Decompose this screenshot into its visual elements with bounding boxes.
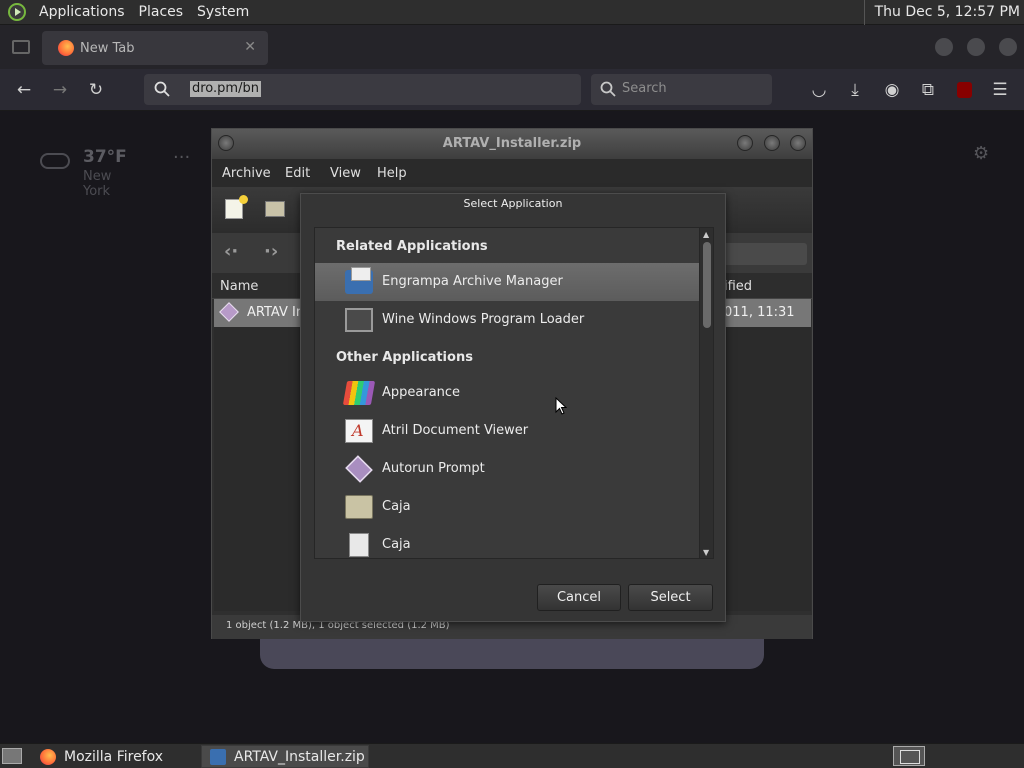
pocket-icon[interactable]: ◡ [808, 79, 830, 101]
task-label: Mozilla Firefox [64, 748, 164, 765]
item-label: Wine Windows Program Loader [382, 312, 585, 327]
window-title: ARTAV_Installer.zip [442, 136, 582, 151]
list-item-autorun[interactable]: Autorun Prompt [315, 450, 701, 488]
mate-logo-icon[interactable] [8, 3, 26, 21]
tab-new-tab[interactable]: New Tab ✕ [42, 31, 268, 65]
firefox-icon [40, 748, 56, 765]
cancel-button[interactable]: Cancel [537, 584, 621, 611]
browser-nav-bar: ← → ↻ dro.pm/bn Search ◡ ⤓ ◉ ⧉ ☰ [0, 69, 1024, 111]
back-icon[interactable]: ← [13, 79, 35, 101]
account-icon[interactable]: ◉ [881, 79, 903, 101]
scroll-down-icon[interactable]: ▼ [703, 548, 709, 557]
list-item-appearance[interactable]: Appearance [315, 374, 701, 412]
item-label: Appearance [382, 385, 461, 400]
menu-help[interactable]: Help [377, 166, 407, 181]
clock[interactable]: Thu Dec 5, 12:57 PM [863, 0, 1020, 25]
url-bar[interactable]: dro.pm/bn [144, 74, 581, 105]
workspace-switcher[interactable] [893, 746, 925, 766]
column-modified[interactable]: ified [724, 279, 752, 294]
menu-view[interactable]: View [330, 166, 361, 181]
cloud-icon [40, 153, 70, 169]
appearance-icon [342, 381, 376, 405]
task-archive-manager[interactable]: ARTAV_Installer.zip [201, 745, 369, 768]
autorun-icon [345, 455, 373, 483]
atril-icon [345, 419, 373, 443]
open-archive-icon[interactable] [265, 201, 285, 217]
show-desktop-icon[interactable] [2, 748, 22, 764]
weather-city: New York [83, 169, 112, 199]
search-bar[interactable]: Search [591, 74, 772, 105]
close-button[interactable] [790, 135, 806, 151]
item-label: Caja [382, 537, 411, 552]
minimize-button[interactable] [935, 38, 953, 56]
sidebar-icon[interactable] [12, 40, 30, 54]
item-label: Atril Document Viewer [382, 423, 529, 438]
file-cabinet-icon [349, 533, 369, 557]
item-label: Caja [382, 499, 411, 514]
search-placeholder: Search [622, 81, 667, 96]
menu-applications[interactable]: Applications [32, 0, 132, 25]
more-icon[interactable]: ··· [173, 147, 190, 168]
application-list[interactable]: Related Applications Engrampa Archive Ma… [314, 227, 714, 559]
weather-temp: 37°F [83, 147, 127, 167]
search-icon [154, 81, 170, 97]
scroll-up-icon[interactable]: ▲ [703, 230, 709, 239]
forward-icon[interactable]: → [49, 79, 71, 101]
item-label: Autorun Prompt [382, 461, 485, 476]
top-panel: Applications Places System Thu Dec 5, 12… [0, 0, 1024, 25]
engrampa-icon [210, 748, 226, 765]
column-name[interactable]: Name [220, 279, 258, 294]
other-applications-header: Other Applications [336, 350, 473, 365]
list-item-engrampa[interactable]: Engrampa Archive Manager [315, 263, 701, 301]
scrollbar-thumb[interactable] [703, 242, 711, 328]
zip-file-icon [219, 302, 239, 322]
location-field[interactable] [717, 243, 807, 265]
engrampa-icon [345, 267, 373, 294]
reload-icon[interactable]: ↻ [85, 79, 107, 101]
menu-archive[interactable]: Archive [222, 166, 271, 181]
new-archive-icon[interactable] [225, 195, 248, 219]
dialog-title: Select Application [463, 197, 563, 210]
task-firefox[interactable]: Mozilla Firefox [32, 745, 200, 768]
list-item-caja-2[interactable]: Caja [315, 526, 701, 558]
list-item-caja[interactable]: Caja [315, 488, 701, 526]
list-item-atril[interactable]: Atril Document Viewer [315, 412, 701, 450]
related-applications-header: Related Applications [336, 239, 488, 254]
firefox-icon [58, 40, 74, 56]
close-tab-icon[interactable]: ✕ [244, 39, 256, 55]
browser-tab-bar: New Tab ✕ [0, 25, 1024, 69]
item-label: Engrampa Archive Manager [382, 274, 563, 289]
gear-icon[interactable]: ⚙ [973, 143, 989, 164]
taskbar: Mozilla Firefox ARTAV_Installer.zip [0, 743, 1024, 768]
menu-bar: Archive Edit View Help [212, 159, 812, 187]
maximize-button[interactable] [764, 135, 780, 151]
back-icon[interactable]: ‹· [224, 241, 238, 262]
tab-title: New Tab [80, 40, 135, 56]
search-icon [600, 81, 616, 97]
list-scrollbar[interactable]: ▲ ▼ [699, 228, 713, 558]
url-text[interactable]: dro.pm/bn [190, 81, 261, 97]
maximize-button[interactable] [967, 38, 985, 56]
ublock-icon[interactable] [953, 79, 975, 101]
menu-places[interactable]: Places [132, 0, 191, 25]
select-application-dialog: Select Application Related Applications … [300, 193, 726, 622]
list-item-wine[interactable]: Wine Windows Program Loader [315, 301, 701, 339]
extensions-icon[interactable]: ⧉ [917, 79, 939, 101]
downloads-icon[interactable]: ⤓ [844, 79, 866, 101]
file-name: ARTAV In [247, 305, 305, 320]
window-titlebar[interactable]: ARTAV_Installer.zip [212, 129, 812, 159]
minimize-button[interactable] [737, 135, 753, 151]
menu-system[interactable]: System [190, 0, 256, 25]
select-button[interactable]: Select [628, 584, 713, 611]
wine-icon [345, 308, 373, 332]
task-label: ARTAV_Installer.zip [234, 748, 365, 765]
menu-icon[interactable]: ☰ [989, 79, 1011, 101]
forward-icon[interactable]: ·› [264, 241, 278, 262]
file-modified: 011, 11:31 [724, 305, 795, 320]
close-window-button[interactable] [999, 38, 1017, 56]
folder-icon [345, 495, 373, 519]
menu-edit[interactable]: Edit [285, 166, 310, 181]
